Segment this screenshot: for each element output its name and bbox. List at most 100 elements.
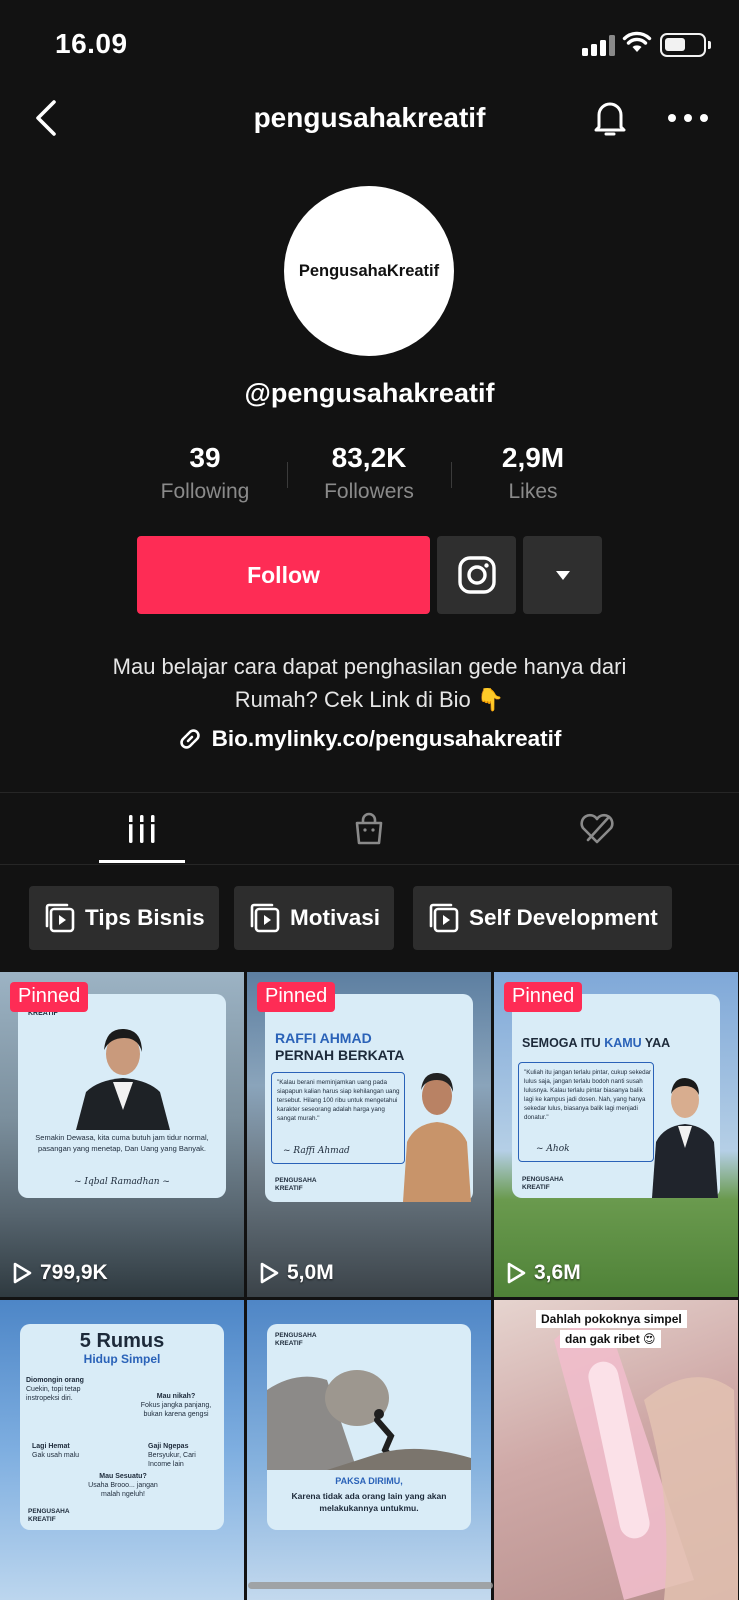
- brand-line: PENGUSAHA: [275, 1177, 317, 1184]
- quote-card: PENGUSAHA KREATIF PAKSA DIRIMU, Karena ti…: [267, 1324, 471, 1530]
- card-brand: PENGUSAHA KREATIF: [28, 1508, 70, 1524]
- video-thumbnail[interactable]: KREATIF Semakin Dewasa, kita cuma butuh …: [0, 972, 244, 1297]
- boulder-image: [267, 1370, 471, 1470]
- profile-handle: @pengusahakreatif: [244, 378, 495, 408]
- tab-liked[interactable]: [552, 805, 642, 853]
- bio-line: Mau belajar cara dapat penghasilan gede …: [112, 654, 627, 679]
- tip-item: Mau nikah? Fokus jangka panjang, bukan ka…: [132, 1392, 220, 1419]
- stat-following[interactable]: 39 Following: [115, 442, 295, 504]
- more-options-icon[interactable]: [668, 110, 708, 126]
- tab-shop[interactable]: [324, 805, 414, 853]
- pinned-badge: Pinned: [257, 982, 336, 1012]
- home-indicator: [248, 1582, 493, 1589]
- tip-heading: Mau Sesuatu?: [99, 1473, 147, 1480]
- video-thumbnail[interactable]: SEMOGA ITU KAMU YAA "Kuliah itu jangan t…: [494, 972, 738, 1297]
- playlist-icon: [45, 903, 75, 933]
- card-signature: ~ Raffi Ahmad: [283, 1146, 350, 1156]
- avatar-logo-text: PengusahaKreatif: [298, 261, 440, 280]
- tip-text: Fokus jangka panjang, bukan karena gengs…: [140, 1402, 212, 1418]
- grid-icon: [127, 815, 157, 843]
- card-brand: PENGUSAHA KREATIF: [275, 1332, 317, 1348]
- tabs-divider: [0, 792, 739, 793]
- tip-heading: Lagi Hemat: [32, 1443, 70, 1450]
- follow-button[interactable]: Follow: [137, 536, 430, 614]
- playlist-label: Motivasi: [290, 905, 381, 930]
- tip-item: Gaji Ngepas Bersyukur, Cari Income lain: [148, 1442, 218, 1469]
- headline-part: KAMU: [604, 1036, 642, 1050]
- quote-card: RAFFI AHMAD PERNAH BERKATA "Kalau berani…: [265, 994, 473, 1202]
- brand-line: PENGUSAHA: [275, 1332, 317, 1339]
- link-icon: [179, 729, 200, 749]
- playlist-icon: [250, 903, 280, 933]
- card-quote: "Kuliah itu jangan terlalu pintar, cukup…: [524, 1069, 652, 1121]
- card-text: Karena tidak ada orang lain yang akan me…: [291, 1491, 447, 1513]
- playlist-label: Self Development: [469, 905, 658, 930]
- card-headline: PERNAH BERKATA: [275, 1047, 405, 1063]
- bio-link-text: Bio.mylinky.co/pengusahakreatif: [211, 726, 562, 751]
- pinned-badge: Pinned: [10, 982, 89, 1012]
- card-headline: SEMOGA ITU KAMU YAA: [522, 1036, 670, 1050]
- instagram-icon: [457, 556, 496, 594]
- stat-followers[interactable]: 83,2K Followers: [279, 442, 459, 504]
- stat-likes[interactable]: 2,9M Likes: [443, 442, 623, 504]
- status-bar: 16.09: [0, 0, 739, 90]
- battery-icon: [660, 33, 711, 57]
- video-thumbnail[interactable]: 5 Rumus Hidup Simpel Diomongin orang Cuek…: [0, 1300, 244, 1600]
- suggested-accounts-button[interactable]: [523, 536, 602, 614]
- status-time: 16.09: [55, 28, 128, 59]
- card-title: 5 Rumus: [79, 1330, 165, 1352]
- view-count-text: 799,9K: [40, 1261, 108, 1284]
- playlist-label: Tips Bisnis: [85, 905, 205, 930]
- liked-hidden-icon: [580, 813, 614, 844]
- bio: Mau belajar cara dapat penghasilan gede …: [40, 650, 699, 716]
- tip-text: Usaha Brooo... jangan malah ngeluh!: [88, 1482, 158, 1498]
- avatar[interactable]: PengusahaKreatif: [284, 186, 454, 356]
- brand-line: KREATIF: [28, 1516, 56, 1523]
- brand-line: KREATIF: [522, 1184, 550, 1191]
- video-thumbnail[interactable]: PENGUSAHA KREATIF PAKSA DIRIMU, Karena ti…: [247, 1300, 491, 1600]
- card-quote: Semakin Dewasa, kita cuma butuh jam tidu…: [35, 1133, 209, 1153]
- stat-value: 83,2K: [331, 442, 407, 473]
- video-thumbnail[interactable]: Dahlah pokoknya simpel dan gak ribet 😍: [494, 1300, 738, 1600]
- wifi-icon: [622, 31, 652, 52]
- card-subtitle: Hidup Simpel: [83, 1352, 161, 1366]
- stat-label: Followers: [324, 480, 414, 503]
- stat-value: 39: [189, 442, 221, 473]
- playlist-tips-bisnis[interactable]: Tips Bisnis: [29, 886, 219, 950]
- tip-text: Bersyukur, Cari Income lain: [148, 1452, 196, 1468]
- tip-heading: Mau nikah?: [156, 1393, 196, 1400]
- video-caption: Dahlah pokoknya simpel: [536, 1310, 687, 1328]
- card-signature: ~ Ahok: [536, 1144, 570, 1154]
- view-count-text: 5,0M: [287, 1261, 334, 1284]
- infographic-card: 5 Rumus Hidup Simpel Diomongin orang Cuek…: [20, 1324, 224, 1530]
- person-image: [76, 1028, 170, 1130]
- headline-part: SEMOGA ITU: [522, 1036, 605, 1050]
- bell-icon[interactable]: [590, 96, 630, 140]
- card-signature: ~ Iqbal Ramadhan ~: [74, 1177, 170, 1187]
- card-headline: RAFFI AHMAD: [275, 1030, 372, 1046]
- playlist-icon: [429, 903, 459, 933]
- tip-text: Gak usah malu: [32, 1452, 80, 1459]
- play-icon: [13, 1262, 32, 1284]
- quote-card: SEMOGA ITU KAMU YAA "Kuliah itu jangan t…: [512, 994, 720, 1198]
- playlist-self-development[interactable]: Self Development: [413, 886, 672, 950]
- person-image: [652, 1078, 718, 1198]
- play-icon: [507, 1262, 526, 1284]
- view-count: 5,0M: [259, 1261, 334, 1285]
- tip-item: Diomongin orang Cuekin, topi tetap instro…: [26, 1376, 112, 1403]
- active-tab-indicator: [99, 860, 185, 863]
- card-brand: PENGUSAHA KREATIF: [275, 1177, 317, 1193]
- playlist-motivasi[interactable]: Motivasi: [234, 886, 395, 950]
- cellular-signal-icon: [582, 34, 616, 56]
- brand-line: KREATIF: [275, 1185, 303, 1192]
- instagram-button[interactable]: [437, 536, 516, 614]
- tab-videos[interactable]: [97, 805, 187, 853]
- bio-link[interactable]: Bio.mylinky.co/pengusahakreatif: [0, 726, 739, 752]
- card-headline: PAKSA DIRIMU,: [335, 1476, 403, 1486]
- bio-line: Rumah? Cek Link di Bio 👇: [234, 687, 505, 712]
- video-thumbnail[interactable]: RAFFI AHMAD PERNAH BERKATA "Kalau berani…: [247, 972, 491, 1297]
- shopping-bag-icon: [355, 812, 383, 845]
- person-image: [403, 1072, 471, 1202]
- card-quote: "Kalau berani meminjamkan uang pada siap…: [277, 1079, 400, 1122]
- brand-line: KREATIF: [275, 1340, 303, 1347]
